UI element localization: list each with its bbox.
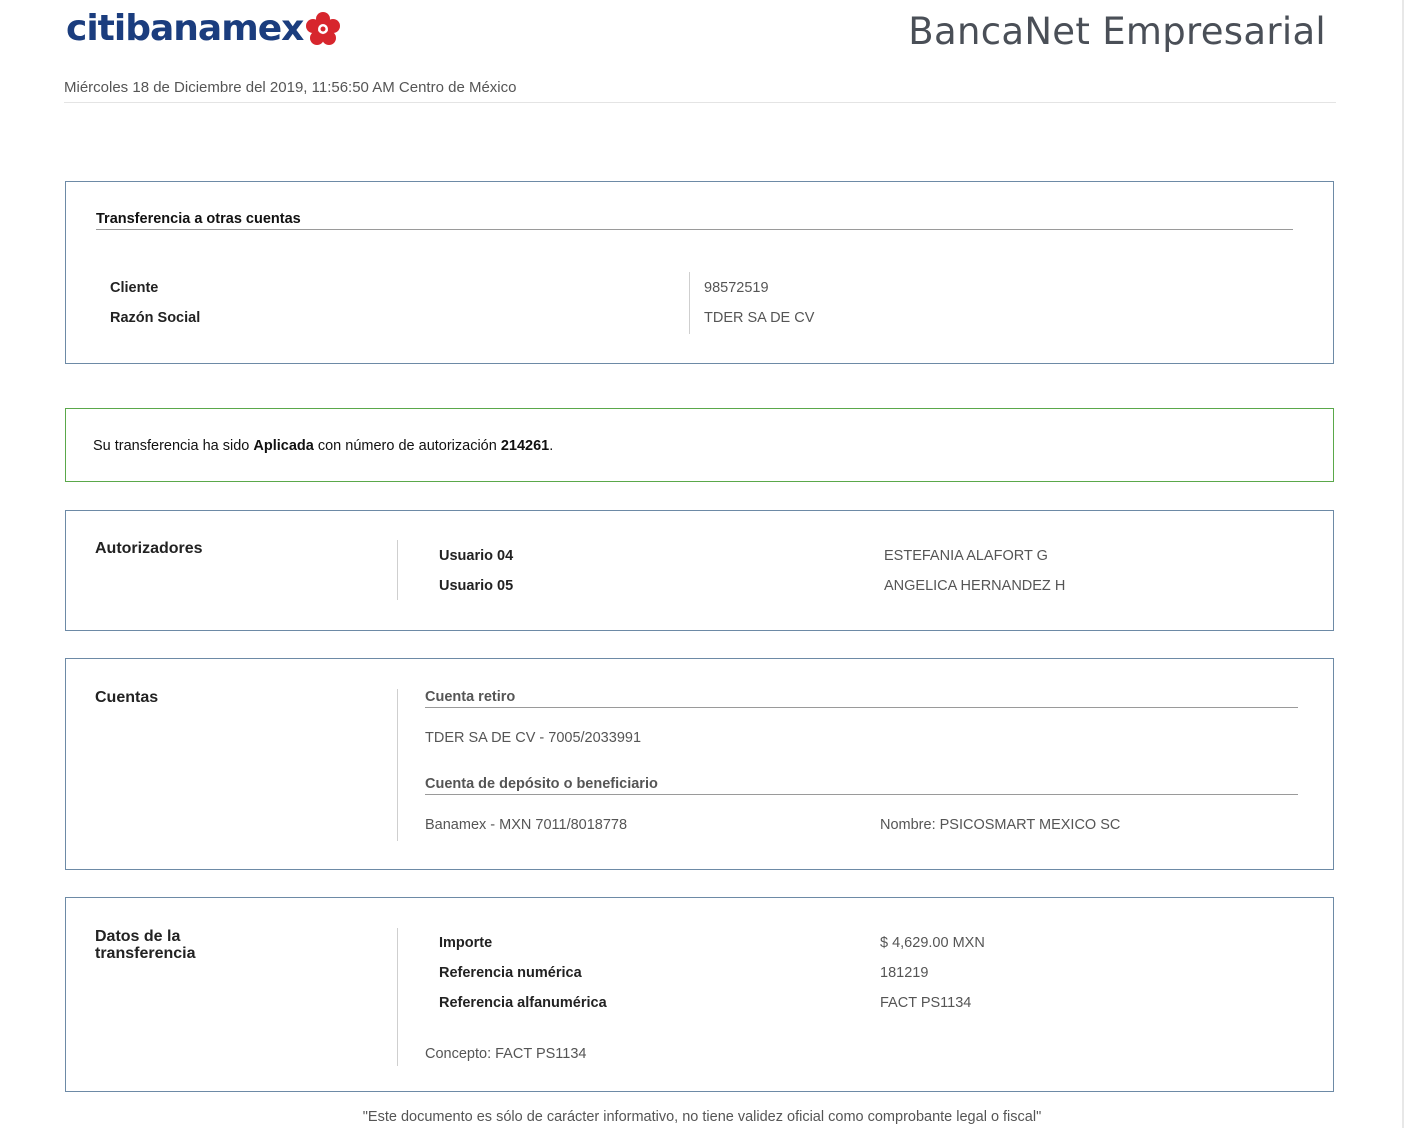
cuenta-deposito-label: Cuenta de depósito o beneficiario <box>425 776 658 792</box>
retiro-divider <box>425 707 1298 708</box>
brand-logo: citibanamex <box>66 8 341 49</box>
referencia-numerica-value: 181219 <box>880 965 929 981</box>
column-divider <box>397 928 398 1066</box>
status-state: Aplicada <box>253 438 314 454</box>
cuentas-title: Cuentas <box>95 689 159 706</box>
deposito-divider <box>425 794 1298 795</box>
usuario-05-label: Usuario 05 <box>439 578 514 594</box>
beneficiario-nombre: Nombre: PSICOSMART MEXICO SC <box>880 817 1121 833</box>
datos-title: Datos de la transferencia <box>95 928 196 962</box>
importe-label: Importe <box>439 935 493 951</box>
referencia-numerica-label: Referencia numérica <box>439 965 582 981</box>
importe-value: $ 4,629.00 MXN <box>880 935 985 951</box>
datetime-text: Miércoles 18 de Diciembre del 2019, 11:5… <box>64 79 517 96</box>
usuario-04-label: Usuario 04 <box>439 548 514 564</box>
usuario-05-value: ANGELICA HERNANDEZ H <box>884 578 1066 594</box>
disclaimer-text: "Este documento es sólo de carácter info… <box>362 1109 1042 1125</box>
status-suffix: . <box>549 438 554 454</box>
razon-social-value: TDER SA DE CV <box>704 310 815 326</box>
usuario-04-value: ESTEFANIA ALAFORT G <box>884 548 1048 564</box>
brand-name: citibanamex <box>66 8 304 49</box>
autorizadores-panel: Autorizadores Usuario 04 ESTEFANIA ALAFO… <box>65 510 1334 631</box>
client-label: Cliente <box>110 280 159 296</box>
client-value: 98572519 <box>704 280 769 296</box>
cuenta-deposito-value: Banamex - MXN 7011/8018778 <box>425 817 628 833</box>
product-name: BancaNet Empresarial <box>908 10 1326 53</box>
header-divider <box>64 102 1336 103</box>
cuenta-retiro-value: TDER SA DE CV - 7005/2033991 <box>425 730 642 746</box>
cuentas-panel: Cuentas Cuenta retiro TDER SA DE CV - 70… <box>65 658 1334 870</box>
status-message-panel: Su transferencia ha sido Aplicada con nú… <box>65 408 1334 482</box>
section-divider <box>96 229 1293 230</box>
datos-title-line2: transferencia <box>95 945 196 962</box>
cuenta-retiro-label: Cuenta retiro <box>425 689 516 705</box>
concepto-text: Concepto: FACT PS1134 <box>425 1046 587 1062</box>
razon-social-label: Razón Social <box>110 310 201 326</box>
referencia-alfanumerica-label: Referencia alfanumérica <box>439 995 607 1011</box>
datos-transferencia-panel: Datos de la transferencia Importe $ 4,62… <box>65 897 1334 1092</box>
column-divider <box>397 689 398 841</box>
status-prefix: Su transferencia ha sido <box>93 438 254 454</box>
column-divider <box>689 272 690 334</box>
referencia-alfanumerica-value: FACT PS1134 <box>880 995 972 1011</box>
column-divider <box>397 540 398 600</box>
datos-title-line1: Datos de la <box>95 928 181 945</box>
status-message: Su transferencia ha sido Aplicada con nú… <box>93 438 553 454</box>
banamex-flower-icon <box>306 11 341 45</box>
status-middle: con número de autorización <box>313 438 501 454</box>
client-info-panel: Transferencia a otras cuentas Cliente 98… <box>65 181 1334 364</box>
authorization-number: 214261 <box>500 438 550 454</box>
autorizadores-title: Autorizadores <box>95 540 203 557</box>
section-title: Transferencia a otras cuentas <box>96 211 301 227</box>
